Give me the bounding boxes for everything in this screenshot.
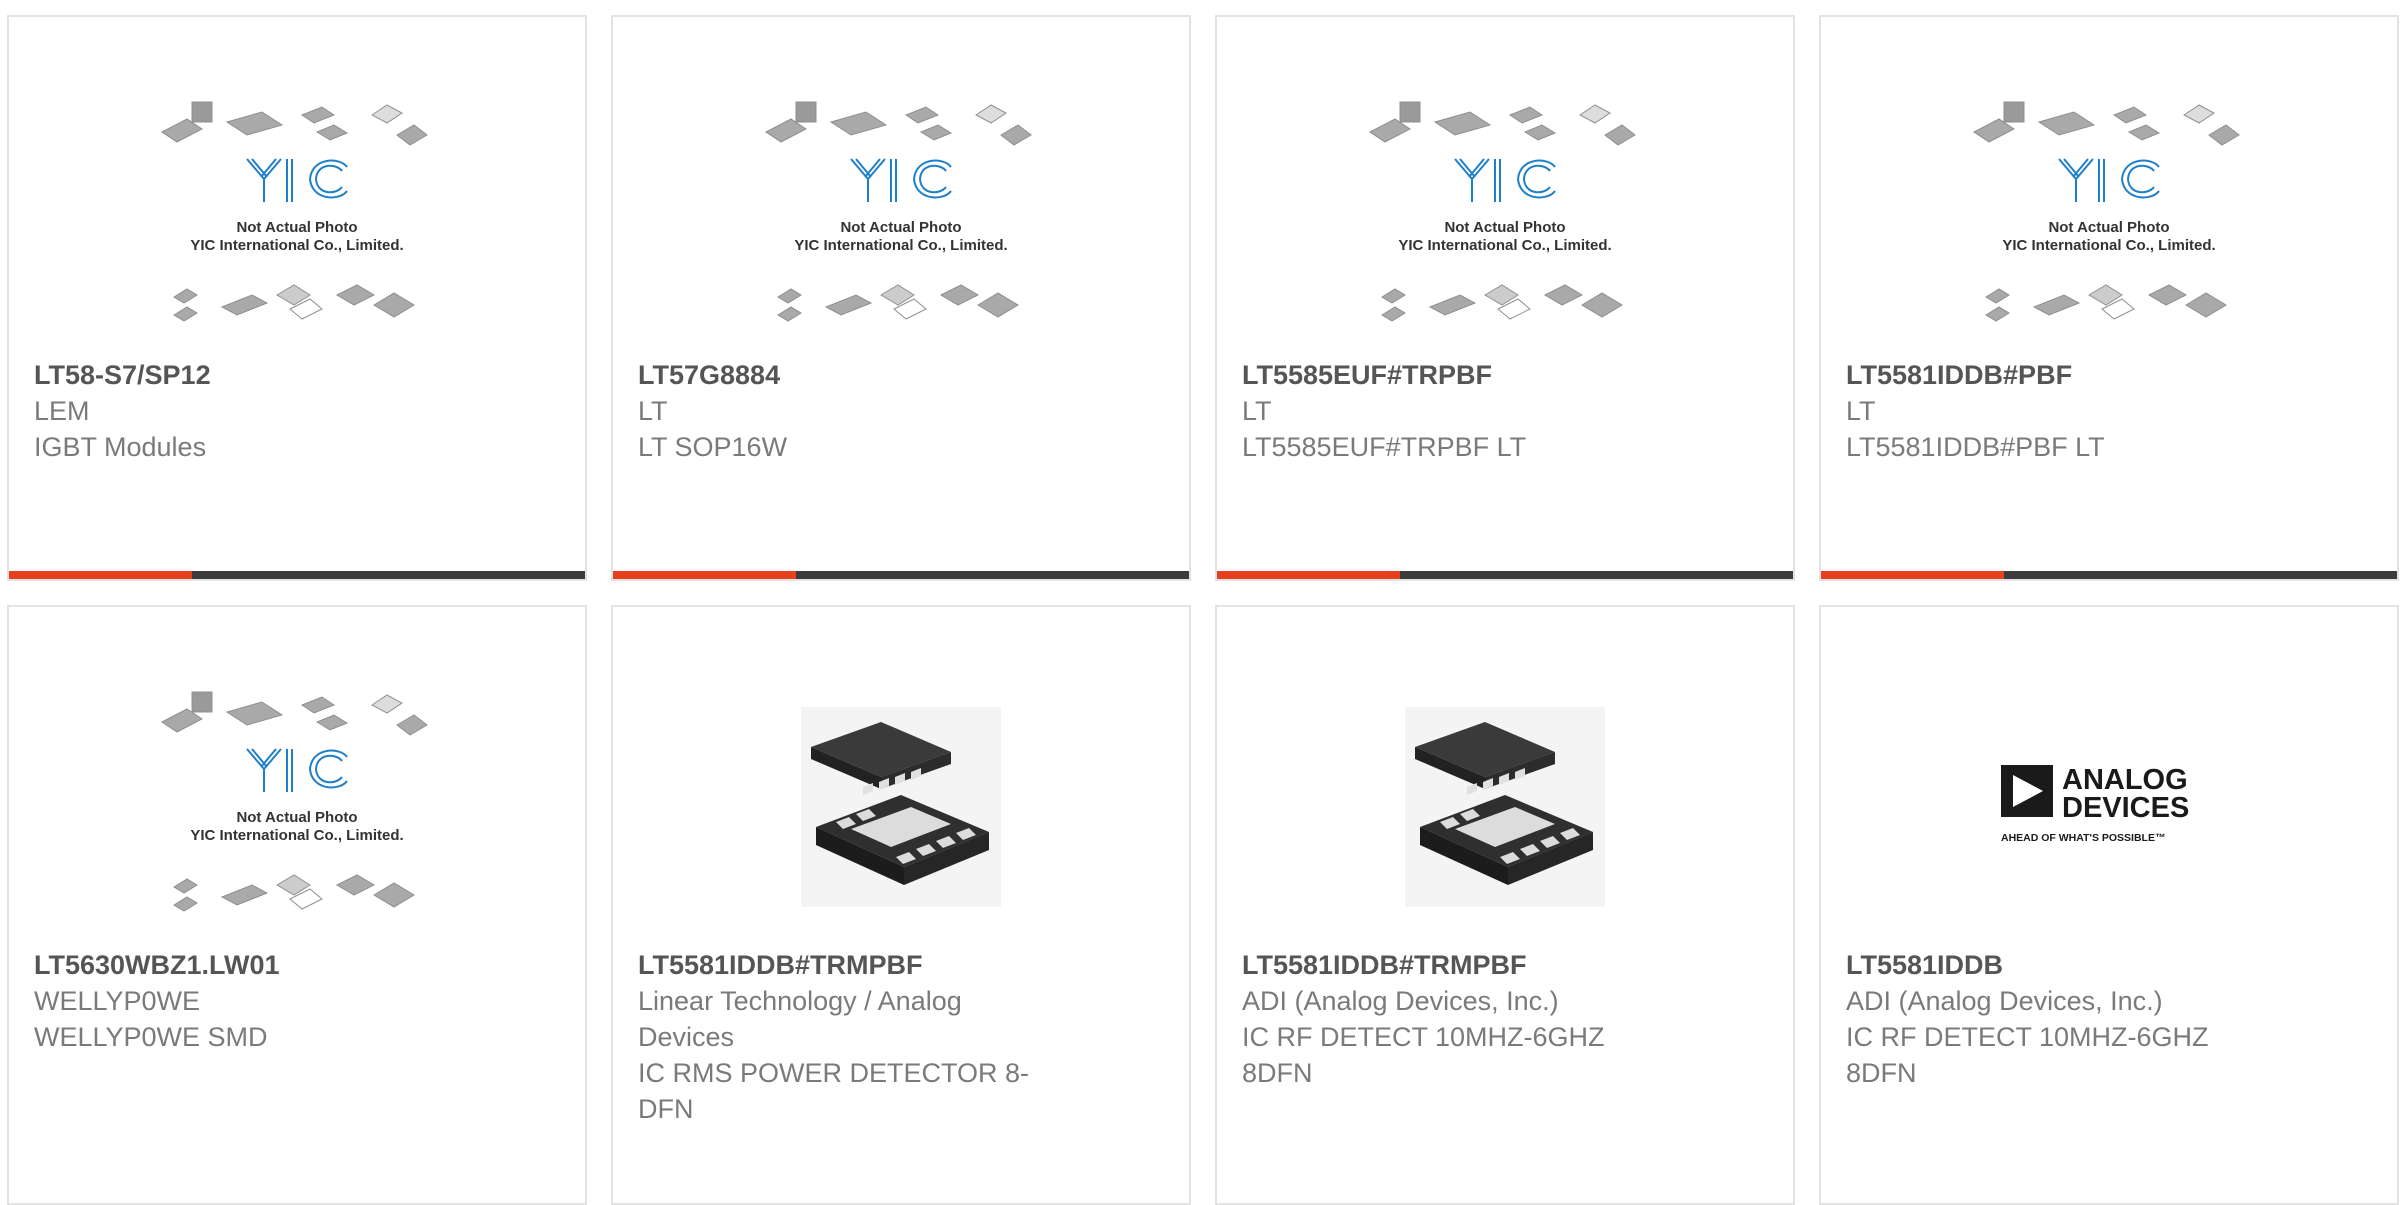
product-info: LT58-S7/SP12 LEM IGBT Modules: [34, 357, 435, 465]
product-image-placeholder: Not Actual Photo YIC International Co., …: [1360, 97, 1650, 337]
image-note-line1: Not Actual Photo: [840, 219, 961, 236]
card-accent-bar: [613, 571, 796, 579]
part-number-link[interactable]: LT5581IDDB#PBF: [1846, 357, 2247, 393]
description: IC RF DETECT 10MHZ-6GHZ 8DFN: [1846, 1022, 2209, 1088]
card-bottom-bar: [9, 571, 585, 579]
product-card[interactable]: Not Actual Photo YIC International Co., …: [611, 15, 1191, 581]
description: LT SOP16W: [638, 432, 788, 462]
product-card[interactable]: Not Actual Photo YIC International Co., …: [1819, 15, 2399, 581]
card-accent-bar: [1821, 571, 2004, 579]
image-note-line1: Not Actual Photo: [1444, 219, 1565, 236]
product-card[interactable]: ANALOG DEVICES AHEAD OF WHAT'S POSSIBLE™…: [1819, 605, 2399, 1205]
manufacturer: ADI (Analog Devices, Inc.): [1242, 986, 1559, 1016]
description: IC RF DETECT 10MHZ-6GHZ 8DFN: [1242, 1022, 1605, 1088]
part-number-link[interactable]: LT5581IDDB: [1846, 947, 2247, 983]
product-image-placeholder: Not Actual Photo YIC International Co., …: [1964, 97, 2254, 337]
product-grid: Not Actual Photo YIC International Co., …: [7, 15, 2399, 1205]
image-note-line2: YIC International Co., Limited.: [2002, 237, 2215, 254]
image-note-line2: YIC International Co., Limited.: [1398, 237, 1611, 254]
part-number-link[interactable]: LT58-S7/SP12: [34, 357, 435, 393]
product-card[interactable]: LT5581IDDB#TRMPBF ADI (Analog Devices, I…: [1215, 605, 1795, 1205]
card-accent-bar: [9, 571, 192, 579]
manufacturer: LT: [1846, 396, 1876, 426]
card-bottom-bar: [613, 571, 1189, 579]
card-bottom-bar: [1217, 571, 1793, 579]
description: IC RMS POWER DETECTOR 8-DFN: [638, 1058, 1030, 1124]
manufacturer: LEM: [34, 396, 90, 426]
product-info: LT5585EUF#TRPBF LT LT5585EUF#TRPBF LT: [1242, 357, 1643, 465]
product-info: LT5581IDDB#PBF LT LT5581IDDB#PBF LT: [1846, 357, 2247, 465]
product-info: LT5630WBZ1.LW01 WELLYP0WE WELLYP0WE SMD: [34, 947, 435, 1055]
image-note-line1: Not Actual Photo: [236, 219, 357, 236]
product-info: LT5581IDDB#TRMPBF Linear Technology / An…: [638, 947, 1039, 1127]
product-card[interactable]: Not Actual Photo YIC International Co., …: [1215, 15, 1795, 581]
description: LT5581IDDB#PBF LT: [1846, 432, 2105, 462]
manufacturer: WELLYP0WE: [34, 986, 201, 1016]
part-number-link[interactable]: LT5630WBZ1.LW01: [34, 947, 435, 983]
manufacturer: LT: [638, 396, 668, 426]
product-info: LT57G8884 LT LT SOP16W: [638, 357, 1039, 465]
image-note-line1: Not Actual Photo: [236, 809, 357, 826]
product-card[interactable]: Not Actual Photo YIC International Co., …: [7, 605, 587, 1205]
part-number-link[interactable]: LT57G8884: [638, 357, 1039, 393]
analog-devices-logo: ANALOG DEVICES AHEAD OF WHAT'S POSSIBLE™: [1964, 687, 2254, 927]
product-image-dfn: [1360, 687, 1650, 927]
product-image-placeholder: Not Actual Photo YIC International Co., …: [152, 687, 442, 927]
product-image-placeholder: Not Actual Photo YIC International Co., …: [756, 97, 1046, 337]
logo-tagline: AHEAD OF WHAT'S POSSIBLE™: [2001, 832, 2165, 844]
description: WELLYP0WE SMD: [34, 1022, 268, 1052]
part-number-link[interactable]: LT5581IDDB#TRMPBF: [638, 947, 1039, 983]
product-card[interactable]: Not Actual Photo YIC International Co., …: [7, 15, 587, 581]
logo-line2: DEVICES: [2062, 792, 2189, 824]
image-note-line2: YIC International Co., Limited.: [190, 237, 403, 254]
image-note-line2: YIC International Co., Limited.: [794, 237, 1007, 254]
card-bottom-bar: [1821, 571, 2397, 579]
product-image-dfn: [756, 687, 1046, 927]
description: IGBT Modules: [34, 432, 207, 462]
manufacturer: Linear Technology / Analog Devices: [638, 986, 962, 1052]
manufacturer: LT: [1242, 396, 1272, 426]
image-note-line1: Not Actual Photo: [2048, 219, 2169, 236]
part-number-link[interactable]: LT5581IDDB#TRMPBF: [1242, 947, 1643, 983]
card-accent-bar: [1217, 571, 1400, 579]
product-info: LT5581IDDB#TRMPBF ADI (Analog Devices, I…: [1242, 947, 1643, 1091]
image-note-line2: YIC International Co., Limited.: [190, 827, 403, 844]
manufacturer: ADI (Analog Devices, Inc.): [1846, 986, 2163, 1016]
part-number-link[interactable]: LT5585EUF#TRPBF: [1242, 357, 1643, 393]
product-image-placeholder: Not Actual Photo YIC International Co., …: [152, 97, 442, 337]
product-info: LT5581IDDB ADI (Analog Devices, Inc.) IC…: [1846, 947, 2247, 1091]
description: LT5585EUF#TRPBF LT: [1242, 432, 1527, 462]
product-card[interactable]: LT5581IDDB#TRMPBF Linear Technology / An…: [611, 605, 1191, 1205]
